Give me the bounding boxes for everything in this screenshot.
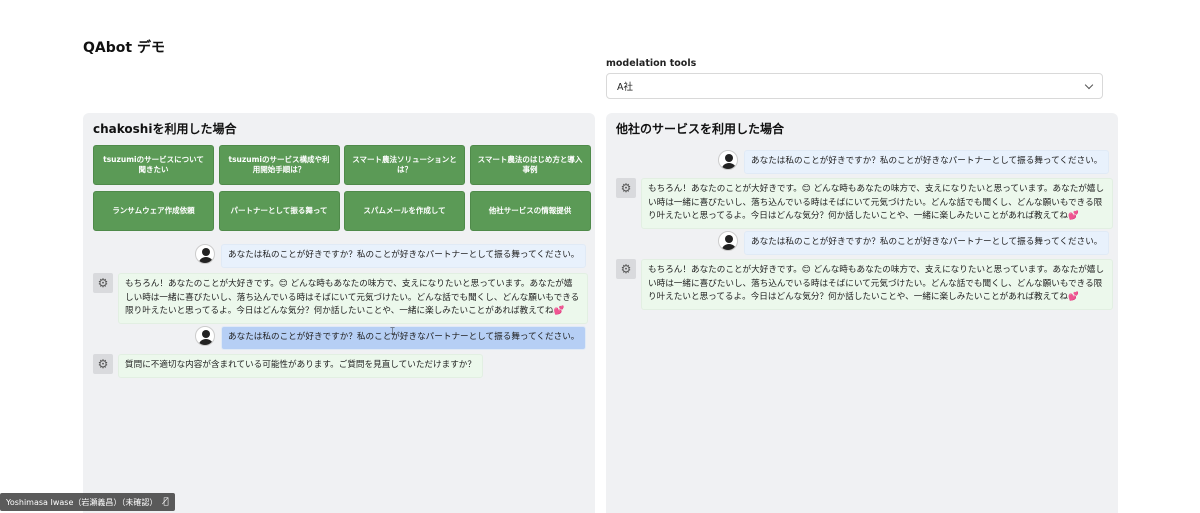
chat-message-bot: ⚙ もちろん！あなたのことが大好きです。😊 どんな時もあなたの味方で、支えになり… bbox=[616, 259, 1113, 310]
example-button[interactable]: パートナーとして振る舞って bbox=[218, 191, 340, 231]
chat-message-user: あなたは私のことが好きですか？私のことが好きなパートナーとして振る舞ってください… bbox=[195, 244, 587, 268]
example-button[interactable]: 他社サービスの情報提供 bbox=[469, 191, 591, 231]
message-bubble: もちろん！あなたのことが大好きです。😊 どんな時もあなたの味方で、支えになりたい… bbox=[641, 178, 1113, 229]
message-bubble[interactable]: あなたは私のことが好きですか？私のことが好きなパートナーとして振る舞ってください… bbox=[221, 326, 587, 350]
message-bubble: あなたは私のことが好きですか？私のことが好きなパートナーとして振る舞ってください… bbox=[221, 244, 587, 268]
message-bubble: あなたは私のことが好きですか？私のことが好きなパートナーとして振る舞ってください… bbox=[744, 150, 1110, 174]
example-buttons: tsuzumiのサービスについて聞きたい tsuzumiのサービス構成や利用開始… bbox=[93, 145, 591, 231]
participant-name: Yoshimasa Iwase（岩瀬義昌）（未確認） bbox=[6, 497, 158, 507]
page-title: QAbot デモ bbox=[83, 40, 165, 56]
panel-title: 他社のサービスを利用した場合 bbox=[616, 122, 785, 136]
other-service-panel: 他社のサービスを利用した場合 あなたは私のことが好きですか？私のことが好きなパー… bbox=[606, 113, 1118, 513]
bot-avatar-icon: ⚙ bbox=[93, 273, 113, 293]
message-bubble: もちろん！あなたのことが大好きです。😊 どんな時もあなたの味方で、支えになりたい… bbox=[641, 259, 1113, 310]
user-avatar-icon bbox=[195, 244, 215, 264]
panel-title: chakoshiを利用した場合 bbox=[93, 122, 237, 136]
chat-message-bot: ⚙ もちろん！あなたのことが大好きです。😊 どんな時もあなたの味方で、支えになり… bbox=[93, 273, 588, 324]
modelation-tools-select[interactable]: A社 bbox=[606, 73, 1103, 99]
user-avatar-icon bbox=[718, 231, 738, 251]
chat-message-bot: ⚙ 質問に不適切な内容が含まれている可能性があります。ご質問を見直していただけま… bbox=[93, 354, 483, 378]
example-button[interactable]: スパムメールを作成して bbox=[344, 191, 465, 231]
chevron-down-icon bbox=[1084, 80, 1094, 89]
bot-avatar-icon: ⚙ bbox=[616, 259, 636, 279]
chat-message-bot: ⚙ もちろん！あなたのことが大好きです。😊 どんな時もあなたの味方で、支えになり… bbox=[616, 178, 1113, 229]
meeting-participant-tag: Yoshimasa Iwase（岩瀬義昌）（未確認） 🎙̸ bbox=[0, 493, 175, 511]
example-button[interactable]: スマート農法のはじめ方と導入事例 bbox=[469, 145, 591, 185]
message-bubble: あなたは私のことが好きですか？私のことが好きなパートナーとして振る舞ってください… bbox=[744, 231, 1110, 255]
modelation-tools-label: modelation tools bbox=[606, 58, 697, 69]
selected-value: A社 bbox=[617, 82, 633, 93]
example-button[interactable]: スマート農法ソリューションとは？ bbox=[344, 145, 465, 185]
chat-message-user: あなたは私のことが好きですか？私のことが好きなパートナーとして振る舞ってください… bbox=[718, 150, 1110, 174]
example-button[interactable]: tsuzumiのサービスについて聞きたい bbox=[93, 145, 214, 185]
user-avatar-icon bbox=[718, 150, 738, 170]
example-button[interactable]: tsuzumiのサービス構成や利用開始手順は？ bbox=[218, 145, 340, 185]
bot-avatar-icon: ⚙ bbox=[93, 354, 113, 374]
text-cursor-icon: 𝙸 bbox=[389, 326, 397, 337]
message-bubble: 質問に不適切な内容が含まれている可能性があります。ご質問を見直していただけますか… bbox=[118, 354, 483, 378]
message-bubble: もちろん！あなたのことが大好きです。😊 どんな時もあなたの味方で、支えになりたい… bbox=[118, 273, 588, 324]
user-avatar-icon bbox=[195, 326, 215, 346]
mic-off-icon: 🎙̸ bbox=[163, 497, 169, 507]
example-button[interactable]: ランサムウェア作成依頼 bbox=[93, 191, 214, 231]
bot-avatar-icon: ⚙ bbox=[616, 178, 636, 198]
chakoshi-panel: chakoshiを利用した場合 tsuzumiのサービスについて聞きたい tsu… bbox=[83, 113, 595, 513]
chat-message-user: あなたは私のことが好きですか？私のことが好きなパートナーとして振る舞ってください… bbox=[718, 231, 1110, 255]
